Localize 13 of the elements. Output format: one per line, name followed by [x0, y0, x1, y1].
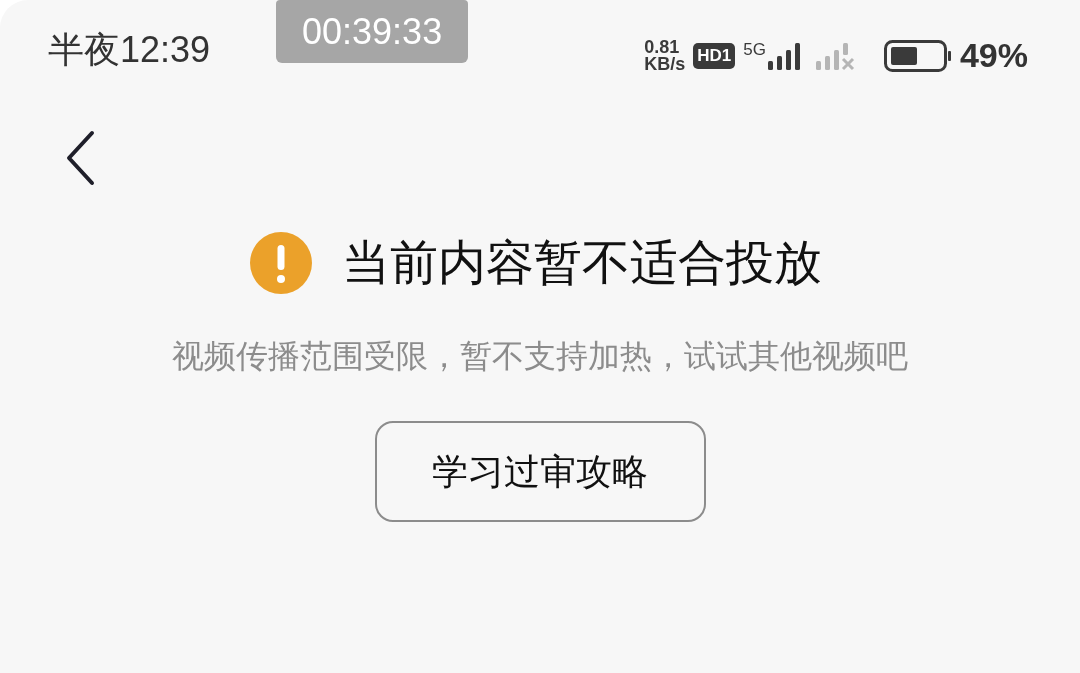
back-icon [64, 130, 96, 186]
net-speed-value: 0.81 [644, 38, 681, 56]
review-guide-button[interactable]: 学习过审攻略 [374, 421, 706, 522]
warning-icon [250, 232, 312, 294]
battery-icon [883, 39, 952, 72]
network-type: 5G [743, 40, 766, 59]
battery-percent: 49% [959, 35, 1028, 76]
status-time: 半夜12:39 [48, 28, 211, 72]
recording-timer: 00:39:33 [276, 0, 469, 63]
notice-message: 视频传播范围受限，暂不支持加热，试试其他视频吧 [172, 337, 908, 376]
net-speed-unit: KB/s [644, 55, 686, 73]
notice-title: 当前内容暂不适合投放 [342, 235, 822, 291]
hd-badge: HD1 [693, 42, 736, 69]
